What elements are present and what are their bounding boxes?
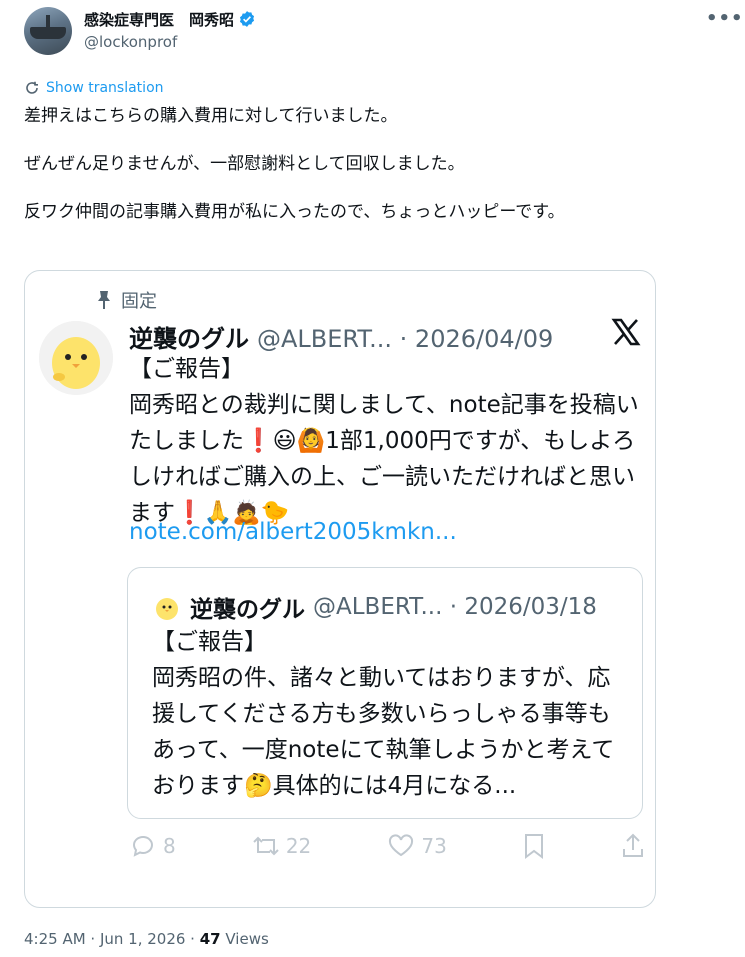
more-options-icon[interactable]: ••• (706, 8, 744, 29)
verified-badge-icon (239, 11, 255, 27)
x-logo-icon (611, 318, 641, 346)
views-label: Views (220, 930, 269, 948)
repost-icon (253, 836, 279, 856)
quoted-author-name: 逆襲のグル (129, 325, 249, 353)
translate-icon (26, 81, 38, 94)
like-icon (389, 834, 414, 857)
nested-handle-date: @ALBERT... · 2026/03/18 (313, 594, 597, 620)
reply-icon (132, 835, 153, 857)
quoted-action-bar: 8 22 73 (131, 833, 645, 859)
quoted-handle-date: @ALBERT... · 2026/04/09 (257, 325, 554, 353)
views-count: 47 (199, 930, 221, 948)
tweet-text: 差押えはこちらの購入費用に対して行いました。 ぜんぜん足りませんが、一部慰謝料と… (24, 106, 565, 222)
nested-author-name: 逆襲のグル (190, 597, 305, 623)
share-action (621, 833, 645, 859)
quoted-screenshot-card[interactable]: 固定 逆襲のグル @ALBERT... · 2026/04/09 【ご報告】 岡… (24, 270, 656, 908)
pin-icon (98, 291, 110, 309)
like-action: 73 (387, 833, 447, 859)
author-name-row[interactable]: 感染症専門医 岡秀昭 (84, 8, 256, 30)
reply-count: 8 (163, 834, 176, 858)
nested-quote-card: 逆襲のグル @ALBERT... · 2026/03/18 【ご報告】 岡秀昭の… (127, 567, 643, 819)
tweet-time[interactable]: 4:25 AM · Jun 1, 2026 · (24, 930, 200, 948)
show-translation-link[interactable]: Show translation (24, 80, 164, 96)
pinned-indicator: 固定 (95, 287, 157, 313)
quoted-header: 逆襲のグル @ALBERT... · 2026/04/09 (129, 319, 553, 354)
like-count: 73 (421, 834, 447, 858)
quoted-link: note.com/albert2005kmkn... (129, 519, 457, 545)
nested-quote-text: 【ご報告】 岡秀昭の件、諸々と動いてはおりますが、応援してくださる方も多数いらっ… (152, 629, 615, 799)
repost-count: 22 (285, 834, 312, 858)
bookmark-icon (524, 834, 543, 859)
share-icon (622, 833, 643, 857)
quoted-avatar (39, 321, 113, 395)
show-translation-label[interactable]: Show translation (46, 80, 164, 96)
tweet-meta: 4:25 AM · Jun 1, 2026 · 47 Views (24, 930, 269, 948)
chick-avatar-icon (39, 321, 113, 395)
author-handle[interactable]: @lockonprof (84, 33, 177, 51)
reply-action: 8 (131, 833, 176, 859)
bookmark-action (523, 833, 545, 859)
author-name[interactable]: 感染症専門医 岡秀昭 (84, 9, 234, 30)
repost-action: 22 (252, 833, 311, 859)
nested-quote-header: 逆襲のグル @ALBERT... · 2026/03/18 (152, 590, 597, 624)
pinned-label: 固定 (121, 291, 157, 312)
author-avatar[interactable] (24, 7, 72, 55)
quoted-text: 【ご報告】 岡秀昭との裁判に関しまして、note記事を投稿いたしました❗😃🙆1部… (129, 356, 639, 526)
chick-avatar-icon (156, 598, 178, 620)
